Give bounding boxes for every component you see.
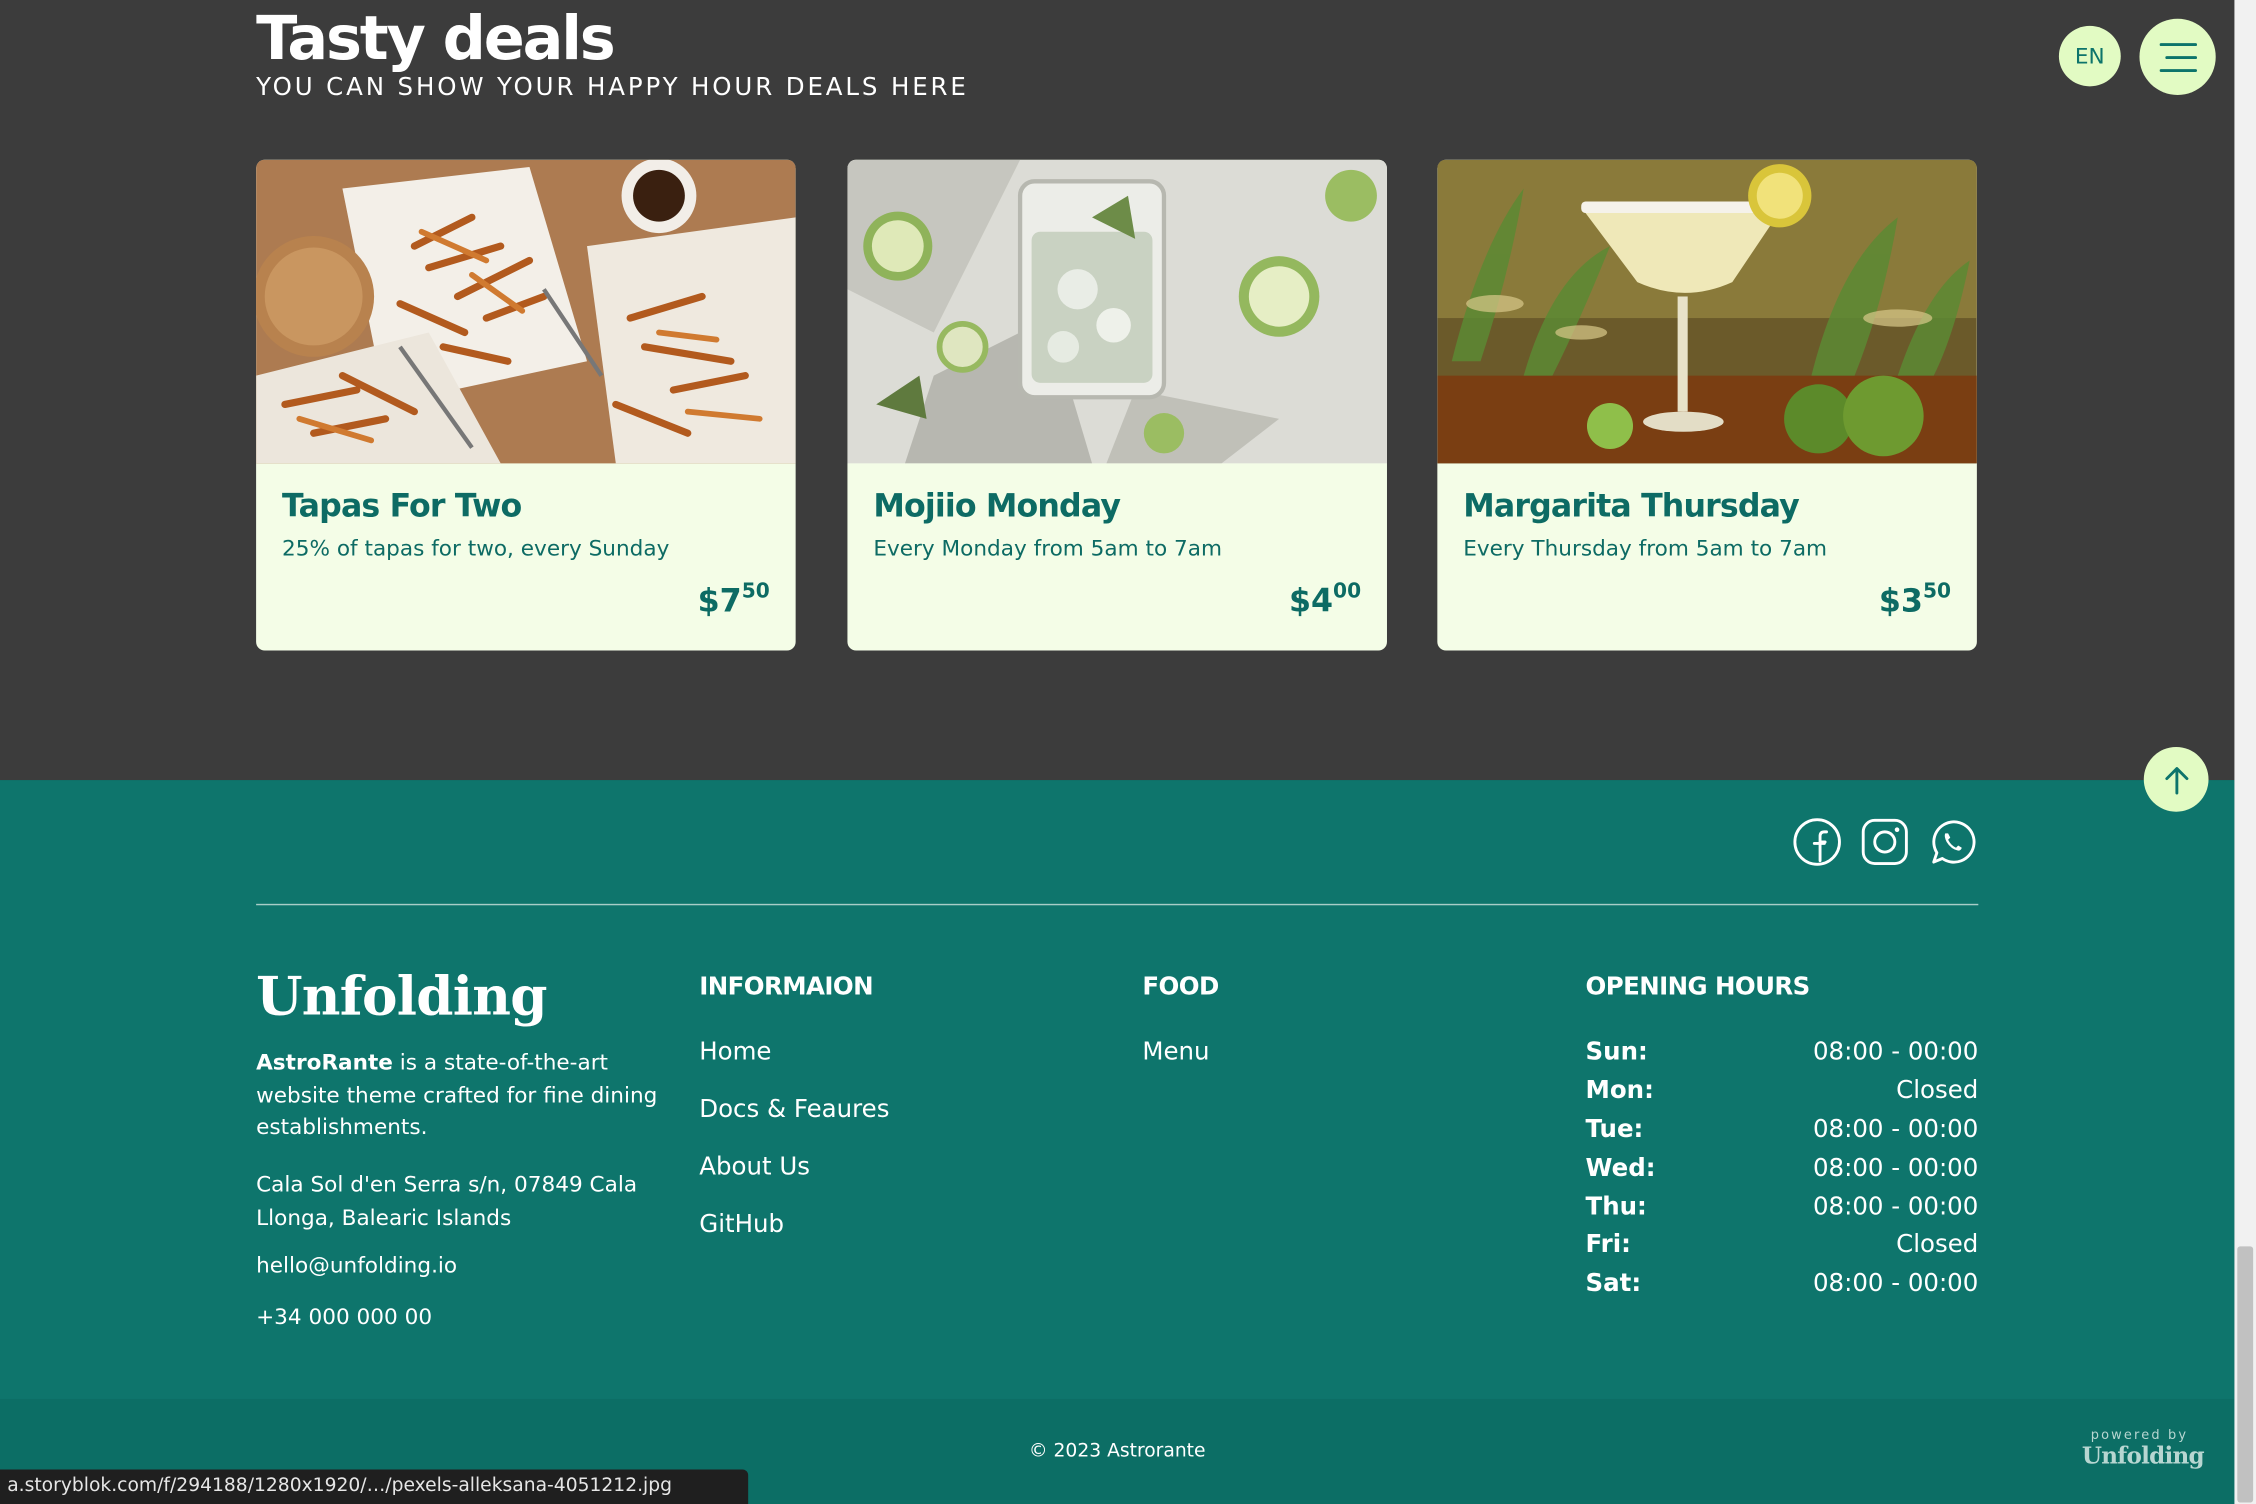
price-main: $4	[1288, 584, 1334, 621]
footer-email-link[interactable]: hello@unfolding.io	[256, 1252, 457, 1278]
deals-section: Tasty deals YOU CAN SHOW YOUR HAPPY HOUR…	[0, 0, 2235, 781]
footer-address: Cala Sol d'en Serra s/n, 07849 Cala Llon…	[256, 1171, 638, 1230]
deal-description: Every Thursday from 5am to 7am	[1463, 535, 1828, 562]
hours-day-mon: Mon:	[1585, 1076, 1654, 1106]
footer-link-about[interactable]: About Us	[699, 1153, 810, 1182]
deal-description: 25% of tapas for two, every Sunday	[282, 535, 670, 562]
food-heading: FOOD	[1142, 972, 1219, 1002]
deal-photo-mojito	[847, 159, 1387, 464]
price-cents: 00	[1333, 580, 1362, 604]
footer-link-menu[interactable]: Menu	[1142, 1038, 1209, 1067]
hours-time-sun: 08:00 - 00:00	[1812, 1037, 1979, 1067]
copyright-text: © 2023 Astrorante	[1028, 1440, 1206, 1463]
hours-time-tue: 08:00 - 00:00	[1812, 1115, 1979, 1145]
section-title: Tasty deals	[256, 2, 616, 74]
hours-day-sat: Sat:	[1585, 1269, 1642, 1299]
footer-divider	[256, 903, 1979, 906]
whatsapp-icon[interactable]	[1928, 817, 1977, 866]
page-scrollbar[interactable]	[2234, 0, 2256, 1504]
language-button[interactable]: EN	[2058, 25, 2121, 87]
footer-about: AstroRante is a state-of-the-art website…	[256, 1046, 666, 1143]
hours-time-mon: Closed	[1896, 1076, 1979, 1106]
scrollbar-thumb[interactable]	[2237, 1246, 2254, 1503]
footer-link-github[interactable]: GitHub	[699, 1210, 784, 1239]
hours-time-wed: 08:00 - 00:00	[1812, 1154, 1979, 1184]
footer-link-docs[interactable]: Docs & Feaures	[699, 1095, 889, 1124]
deal-name: Mojiio Monday	[873, 489, 1121, 526]
deal-card-tapas[interactable]: Tapas For Two 25% of tapas for two, ever…	[256, 159, 796, 651]
deal-photo-margarita	[1437, 159, 1977, 464]
hours-time-thu: 08:00 - 00:00	[1812, 1193, 1979, 1222]
hours-day-sun: Sun:	[1585, 1037, 1648, 1067]
deal-card-margarita[interactable]: Margarita Thursday Every Thursday from 5…	[1437, 159, 1977, 651]
powered-by-badge[interactable]: powered by Unfolding	[2081, 1429, 2205, 1470]
hours-day-wed: Wed:	[1585, 1154, 1656, 1184]
hamburger-icon	[2158, 42, 2197, 72]
deal-description: Every Monday from 5am to 7am	[873, 535, 1223, 562]
deal-card-mojito[interactable]: Mojiio Monday Every Monday from 5am to 7…	[847, 159, 1387, 651]
facebook-icon[interactable]	[1793, 817, 1842, 866]
deal-price: $350	[1879, 580, 1951, 620]
price-main: $7	[697, 584, 742, 621]
hours-time-sat: 08:00 - 00:00	[1812, 1269, 1979, 1299]
powered-by-logo: Unfolding	[2081, 1442, 2205, 1470]
footer-phone-link[interactable]: +34 000 000 00	[256, 1304, 432, 1330]
deal-name: Tapas For Two	[282, 489, 522, 526]
menu-button[interactable]	[2139, 18, 2216, 95]
instagram-icon[interactable]	[1860, 817, 1909, 866]
deal-price: $750	[698, 580, 770, 620]
footer-logo[interactable]: Unfolding	[256, 964, 547, 1027]
price-cents: 50	[1922, 580, 1951, 604]
opening-hours-heading: OPENING HOURS	[1585, 972, 1811, 1002]
back-to-top-button[interactable]	[2143, 746, 2209, 812]
arrow-up-icon	[2164, 766, 2188, 794]
information-heading: INFORMAION	[699, 972, 874, 1002]
hours-day-fri: Fri:	[1585, 1230, 1631, 1260]
price-main: $3	[1878, 584, 1923, 621]
price-cents: 50	[741, 580, 770, 604]
browser-status-url: a.storyblok.com/f/294188/1280x1920/…/pex…	[0, 1469, 749, 1504]
brand-name: AstroRante	[256, 1049, 393, 1076]
footer-link-home[interactable]: Home	[699, 1038, 771, 1067]
section-subtitle: YOU CAN SHOW YOUR HAPPY HOUR DEALS HERE	[256, 73, 969, 103]
site-footer: Unfolding AstroRante is a state-of-the-a…	[0, 780, 2235, 1504]
deal-price: $400	[1289, 580, 1361, 620]
deal-photo-tapas	[256, 159, 796, 464]
hours-day-thu: Thu:	[1585, 1193, 1647, 1222]
hours-day-tue: Tue:	[1585, 1115, 1644, 1145]
deal-name: Margarita Thursday	[1463, 489, 1800, 526]
hours-time-fri: Closed	[1896, 1230, 1979, 1260]
